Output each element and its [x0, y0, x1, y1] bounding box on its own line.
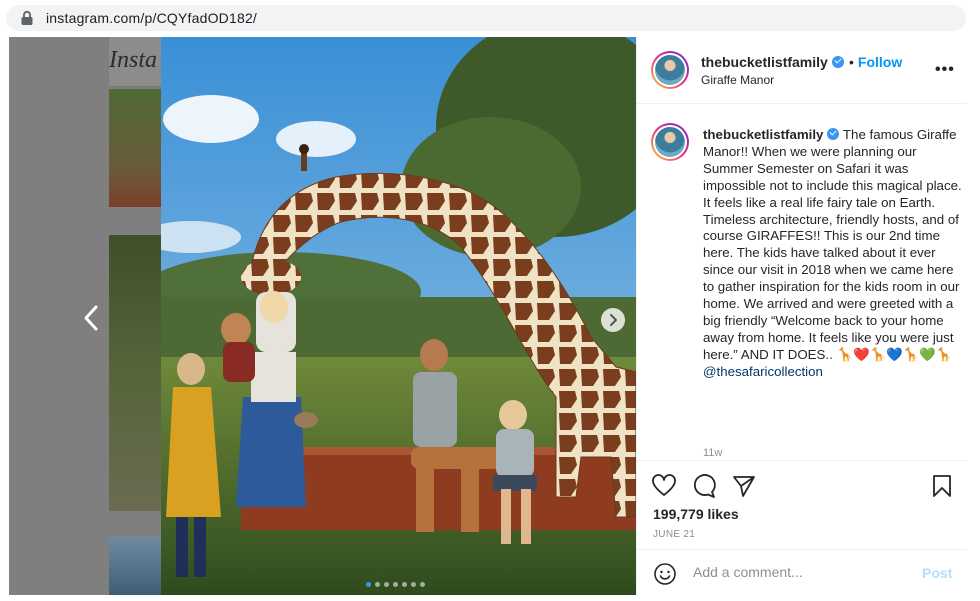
caption-area: thebucketlistfamily The famous Giraffe M… — [637, 105, 967, 460]
post-date: JUNE 21 — [653, 529, 696, 540]
background-logo: Insta — [109, 47, 157, 73]
carousel-dot — [393, 582, 398, 587]
verified-icon — [831, 56, 844, 68]
comment-input[interactable] — [693, 564, 903, 580]
verified-icon — [827, 128, 840, 140]
lock-icon — [21, 10, 33, 25]
comment-row: Post — [637, 549, 967, 597]
background-thumbnail — [109, 235, 169, 511]
post-username[interactable]: thebucketlistfamily — [701, 54, 844, 70]
carousel-dot — [411, 582, 416, 587]
post-comment-button[interactable]: Post — [922, 565, 952, 581]
avatar[interactable] — [651, 51, 689, 89]
post-side-panel: thebucketlistfamily • Follow Giraffe Mano… — [636, 37, 967, 595]
carousel-dot — [375, 582, 380, 587]
share-icon[interactable] — [731, 473, 757, 499]
post-actions: 199,779 likes JUNE 21 Post — [637, 460, 967, 601]
background-thumbnail — [109, 89, 169, 207]
comment-icon[interactable] — [691, 473, 717, 499]
browser-address-bar: instagram.com/p/CQYfadOD182/ — [0, 0, 980, 36]
prev-arrow-icon[interactable] — [79, 303, 103, 333]
background-thumbnail — [109, 537, 169, 595]
post-header: thebucketlistfamily • Follow Giraffe Mano… — [637, 37, 967, 104]
caption-username[interactable]: thebucketlistfamily — [703, 127, 823, 142]
next-arrow-button[interactable] — [601, 308, 625, 332]
mention-link[interactable]: @thesafaricollection — [703, 364, 963, 381]
next-arrow-icon — [610, 314, 617, 326]
follow-button[interactable]: • Follow — [849, 54, 902, 70]
url-field[interactable]: instagram.com/p/CQYfadOD182/ — [6, 5, 966, 31]
bookmark-icon[interactable] — [929, 473, 955, 499]
giraffe-family-photo — [161, 37, 636, 595]
more-icon[interactable]: ••• — [935, 61, 955, 79]
post-location[interactable]: Giraffe Manor — [701, 73, 774, 87]
avatar[interactable] — [651, 123, 689, 161]
carousel-dot — [420, 582, 425, 587]
post-photo[interactable] — [161, 37, 636, 595]
url-text: instagram.com/p/CQYfadOD182/ — [46, 10, 258, 26]
likes-count[interactable]: 199,779 likes — [653, 506, 739, 522]
carousel-dot — [384, 582, 389, 587]
time-ago[interactable]: 11w — [703, 447, 722, 459]
carousel-dot — [366, 582, 371, 587]
carousel-indicator — [366, 582, 425, 587]
emoji-icon[interactable] — [653, 562, 677, 586]
caption-text: thebucketlistfamily The famous Giraffe M… — [703, 127, 963, 381]
caption-body: The famous Giraffe Manor!! When we were … — [703, 127, 962, 362]
carousel-dot — [402, 582, 407, 587]
heart-icon[interactable] — [651, 473, 677, 499]
